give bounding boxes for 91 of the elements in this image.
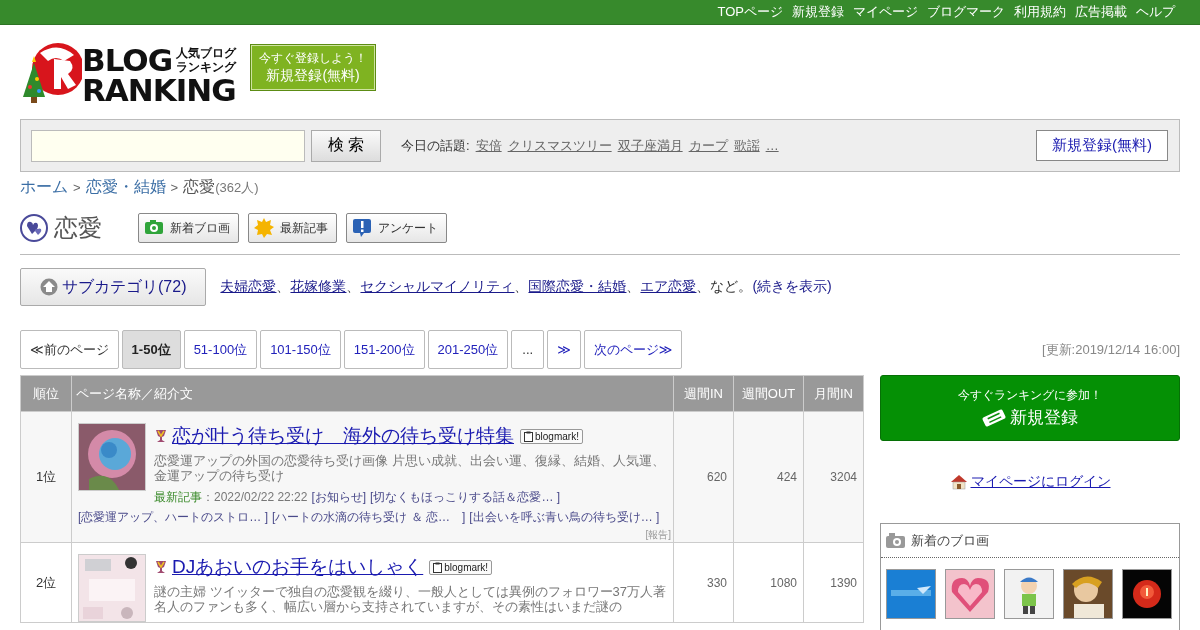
rank-cell: 1位: [20, 411, 72, 543]
trophy-icon: [154, 560, 168, 574]
number-cell: 1390: [803, 542, 864, 623]
logo-text: RANKING: [82, 75, 236, 105]
column-header: 順位: [20, 375, 72, 412]
nav-link[interactable]: ヘルプ: [1136, 3, 1175, 21]
subcategory-button[interactable]: サブカテゴリ(72): [20, 268, 207, 306]
topic-link[interactable]: 双子座満月: [617, 136, 683, 155]
nav-link[interactable]: TOPページ: [717, 3, 783, 21]
trophy-icon: [154, 429, 168, 443]
clipboard-icon: [433, 561, 443, 573]
page-button[interactable]: ≪前のページ: [20, 330, 119, 369]
number-cell: 1080: [733, 542, 804, 623]
new-badge-icon: [254, 218, 274, 238]
join-button[interactable]: 今すぐランキングに参加！ 新規登録: [880, 375, 1180, 441]
page-button[interactable]: ≫: [547, 330, 581, 369]
camera-icon: [886, 533, 905, 548]
separator-text: 、: [626, 278, 641, 294]
nav-link[interactable]: 新規登録: [792, 3, 844, 21]
exclamation-icon: [352, 218, 372, 238]
article-link[interactable]: [切なくもほっこりする話＆恋愛… ]: [370, 489, 561, 506]
latest-label: 最新記事: [154, 489, 202, 506]
column-header: 月間IN: [803, 375, 864, 412]
topics-label: 今日の話題:: [401, 136, 470, 155]
page-button[interactable]: 201-250位: [427, 330, 509, 369]
nav-link[interactable]: 広告掲載: [1075, 3, 1127, 21]
panel-title: 新着のブロ画: [911, 531, 989, 550]
number-cell: 3204: [803, 411, 864, 543]
page-button[interactable]: 1-50位: [121, 330, 181, 369]
number-cell: 330: [673, 542, 734, 623]
article-link[interactable]: [恋愛運アップ、ハートのストロ… ]: [78, 509, 268, 526]
page-button[interactable]: 51-100位: [183, 330, 258, 369]
article-link[interactable]: [ハートの水滴の待ち受け ＆ 恋… ]: [272, 509, 466, 526]
tool-button[interactable]: 新着ブロ画: [138, 213, 239, 243]
page-button[interactable]: 101-150位: [260, 330, 341, 369]
breadcrumb-link[interactable]: ホーム: [20, 177, 68, 198]
topic-link[interactable]: カープ: [688, 136, 728, 155]
page-button[interactable]: 151-200位: [343, 330, 425, 369]
page-button[interactable]: ...: [511, 330, 545, 369]
column-header: 週間OUT: [733, 375, 804, 412]
tool-button[interactable]: アンケート: [346, 213, 447, 243]
column-header: 週間IN: [673, 375, 734, 412]
tool-button[interactable]: 最新記事: [248, 213, 337, 243]
search-field[interactable]: [31, 129, 305, 162]
breadcrumb-separator: >: [170, 180, 179, 195]
topic-link[interactable]: …: [765, 138, 779, 153]
nav-link[interactable]: 利用規約: [1014, 3, 1066, 21]
subcategory-link[interactable]: 花嫁修業: [290, 278, 347, 294]
rank-cell: 2位: [20, 542, 72, 623]
blog-description: 恋愛運アップの外国の恋愛待ち受け画像 片思い成就、出会い運、復縁、結婚、人気運、金運アップの待ち受け: [154, 453, 666, 483]
show-more-link[interactable]: (続きを表示): [752, 278, 832, 294]
column-header: ページ名称／紹介文: [71, 375, 674, 412]
blog-description: 謎の主婦 ツイッターで独自の恋愛観を綴り、一般人としては異例のフォロワー37万人著名人のファンも多く、幅広い層から支持されていますが、その素性はいまだ謎の: [154, 584, 668, 614]
subcategory-link[interactable]: 国際恋愛・結婚: [528, 278, 627, 294]
house-icon: [949, 474, 968, 490]
search-button[interactable]: 検 索: [311, 129, 381, 162]
topic-link[interactable]: 安倍: [475, 136, 502, 155]
blog-title-link[interactable]: 恋が叶う待ち受け 海外の待ち受け特集: [172, 423, 514, 449]
separator-text: 、: [346, 278, 361, 294]
latest-date: ：2022/02/22 22:22: [202, 489, 308, 506]
article-link[interactable]: [お知らせ]: [311, 489, 367, 506]
subcategory-link[interactable]: エア恋愛: [640, 278, 697, 294]
login-link[interactable]: マイページにログイン: [970, 473, 1111, 491]
subcategory-link[interactable]: 夫婦恋愛: [220, 278, 277, 294]
member-count: (362人): [215, 179, 259, 197]
blogmark-button[interactable]: blogmark!: [520, 428, 583, 444]
number-cell: 424: [733, 411, 804, 543]
number-cell: 620: [673, 411, 734, 543]
breadcrumb-current: 恋愛: [183, 177, 216, 197]
logo-text: BLOG: [82, 45, 173, 75]
article-link[interactable]: [出会いを呼ぶ青い鳥の待ち受け… ]: [469, 509, 660, 526]
blog-title-link[interactable]: DJあおいのお手をはいしゃく: [172, 554, 424, 580]
register-button[interactable]: 新規登録(無料): [1036, 130, 1168, 161]
subcategory-link[interactable]: セクシャルマイノリティ: [360, 278, 515, 294]
topic-link[interactable]: 歌謡: [733, 136, 760, 155]
update-time: [更新:2019/12/14 16:00]: [1041, 340, 1180, 359]
blogmark-button[interactable]: blogmark!: [429, 559, 493, 575]
hearts-icon: [20, 214, 48, 242]
logo-tagline: ランキング: [176, 60, 237, 74]
logo-tagline: 人気ブログ: [176, 46, 237, 60]
nav-link[interactable]: マイページ: [853, 3, 918, 21]
separator-text: 、: [514, 278, 529, 294]
suffix-text: 、など。: [696, 278, 753, 294]
topic-link[interactable]: クリスマスツリー: [507, 136, 612, 155]
clipboard-icon: [524, 430, 533, 442]
breadcrumb-link[interactable]: 恋愛・結婚: [85, 177, 166, 198]
separator-text: 、: [276, 278, 291, 294]
page-button[interactable]: 次のページ≫: [583, 330, 683, 369]
nav-link[interactable]: ブログマーク: [927, 3, 1005, 21]
breadcrumb-separator: >: [73, 180, 81, 195]
category-title: 恋愛: [54, 213, 102, 243]
